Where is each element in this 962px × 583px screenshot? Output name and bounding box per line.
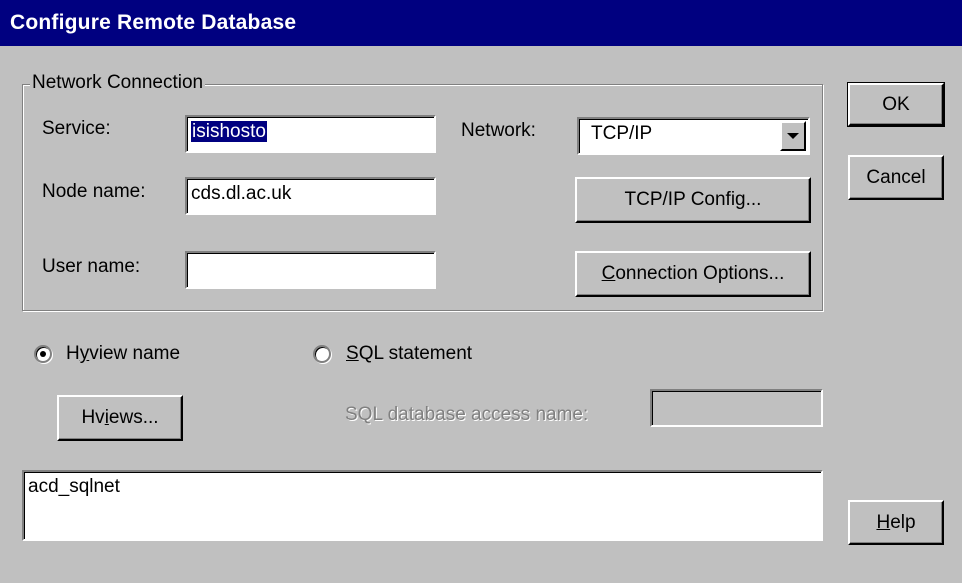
node-name-input[interactable]: cds.dl.ac.uk — [185, 177, 436, 215]
hview-name-radio[interactable] — [34, 345, 52, 363]
hview-text-area[interactable]: acd_sqlnet — [22, 470, 823, 541]
help-label: Help — [876, 511, 916, 533]
service-value: isishosto — [191, 121, 267, 142]
dropdown-arrow-button[interactable] — [780, 121, 806, 151]
sql-statement-label[interactable]: SQL statement — [346, 343, 472, 365]
radio-selected-dot — [40, 351, 46, 357]
tcpip-config-label: TCP/IP Config... — [624, 189, 762, 210]
sql-access-name-label: SQL database access name: — [345, 404, 589, 425]
hviews-button[interactable]: Hviews... — [57, 395, 183, 441]
hviews-label: Hviews... — [81, 407, 159, 428]
network-selected-value: TCP/IP — [591, 123, 653, 144]
cancel-label: Cancel — [866, 166, 926, 188]
network-label: Network: — [461, 120, 536, 141]
configure-remote-database-dialog: Configure Remote Database Network Connec… — [0, 0, 962, 583]
tcpip-config-button[interactable]: TCP/IP Config... — [575, 177, 811, 223]
connection-options-button[interactable]: Connection Options... — [575, 251, 811, 297]
cancel-button[interactable]: Cancel — [848, 155, 944, 200]
service-label: Service: — [42, 118, 111, 139]
user-name-input[interactable] — [185, 251, 436, 289]
hview-text-value: acd_sqlnet — [28, 476, 120, 497]
node-name-label: Node name: — [42, 181, 146, 202]
node-name-value: cds.dl.ac.uk — [191, 183, 292, 204]
hview-name-label[interactable]: Hyview name — [66, 343, 180, 365]
user-name-label: User name: — [42, 256, 141, 277]
ok-label: OK — [882, 93, 910, 115]
service-input[interactable]: isishosto — [185, 115, 436, 153]
network-select[interactable]: TCP/IP — [577, 117, 810, 155]
network-connection-legend: Network Connection — [30, 72, 206, 94]
window-title: Configure Remote Database — [0, 0, 962, 46]
chevron-down-icon — [787, 133, 799, 139]
sql-statement-radio[interactable] — [313, 345, 331, 363]
connection-options-label: Connection Options... — [601, 263, 785, 284]
sql-access-name-input[interactable] — [650, 389, 823, 427]
ok-button[interactable]: OK — [847, 82, 945, 127]
help-button[interactable]: Help — [848, 500, 944, 545]
